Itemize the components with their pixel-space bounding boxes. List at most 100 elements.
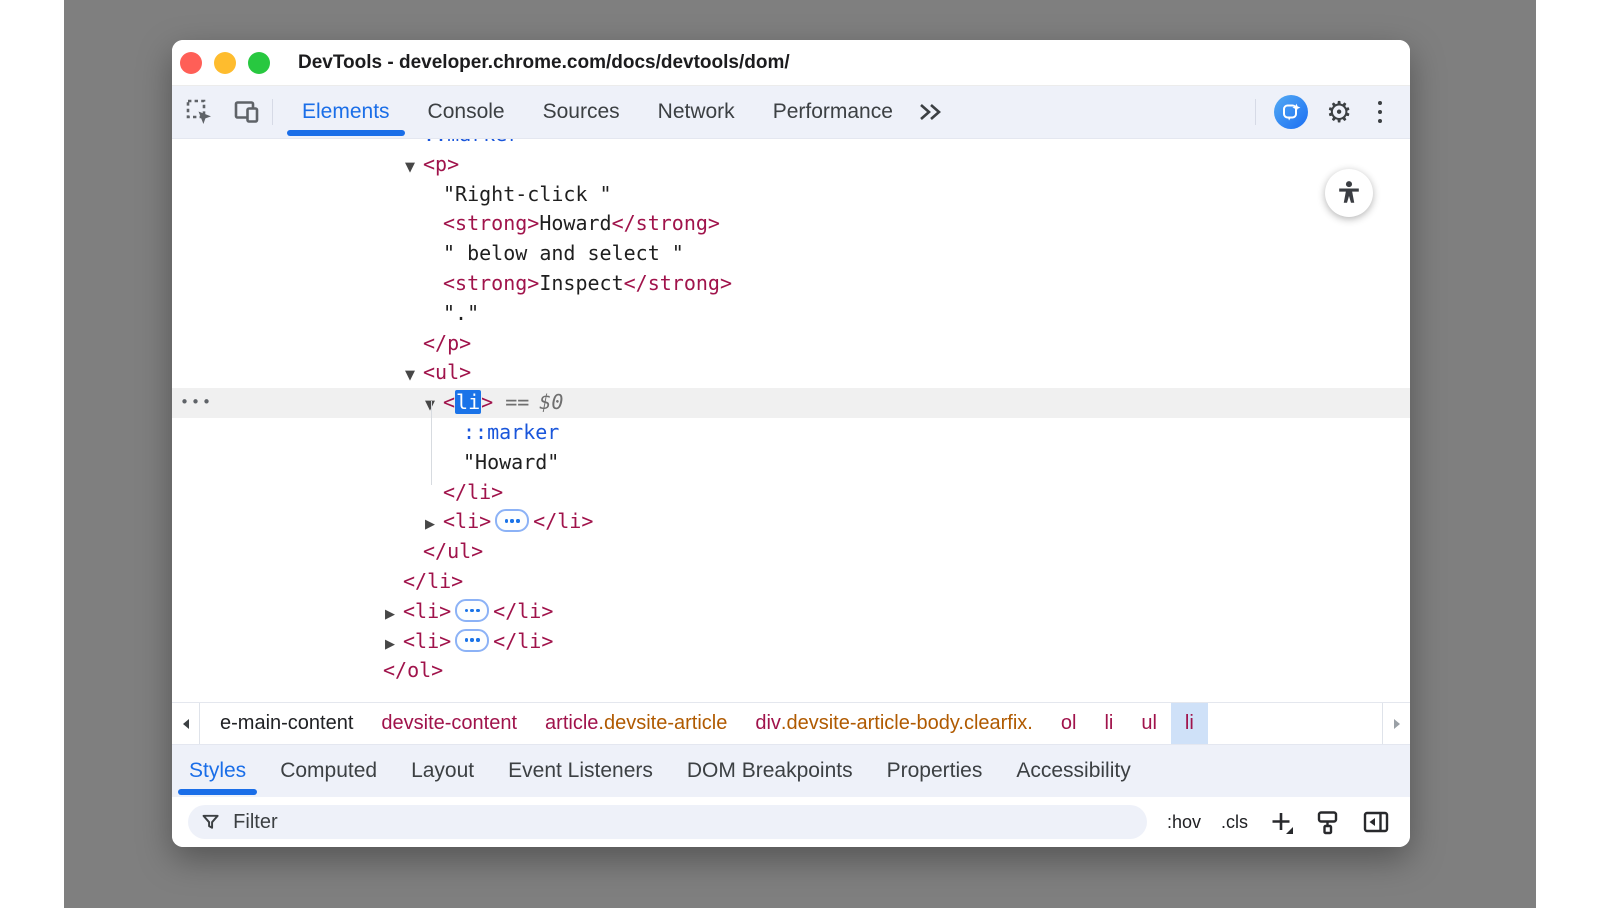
node-tag: </strong>: [612, 211, 720, 235]
gear-icon: ⚙: [1326, 98, 1352, 127]
dom-tree-row[interactable]: "Howard": [172, 448, 1410, 478]
inspect-element-button[interactable]: [184, 97, 214, 127]
breadcrumb-item[interactable]: li: [1090, 703, 1127, 744]
triangle-left-icon: [180, 717, 192, 731]
elements-dom-tree[interactable]: ::marker▼<p>"Right-click "<strong>Howard…: [172, 139, 1410, 702]
collapsed-content-ellipsis-button[interactable]: [455, 599, 489, 622]
ellipsis-dot: [476, 638, 479, 641]
tab-console[interactable]: Console: [409, 86, 524, 138]
tab-elements[interactable]: Elements: [283, 86, 409, 138]
toggle-element-state-button[interactable]: :hov: [1167, 812, 1201, 833]
breadcrumb-item[interactable]: e-main-content: [206, 703, 367, 744]
breadcrumb-class: .devsite-article: [598, 712, 727, 735]
node-tag: <li>: [403, 599, 451, 623]
expand-arrow-icon[interactable]: ▶: [385, 630, 403, 660]
device-toolbar-button[interactable]: [232, 97, 262, 127]
tab-layout[interactable]: Layout: [394, 745, 491, 797]
dom-tree-row[interactable]: </li>: [172, 567, 1410, 597]
tab-styles[interactable]: Styles: [172, 745, 263, 797]
breadcrumb-item[interactable]: li: [1171, 703, 1208, 744]
node-tag: <: [443, 390, 455, 414]
dom-tree-row[interactable]: "Right-click ": [172, 180, 1410, 210]
more-tabs-button[interactable]: [916, 97, 946, 127]
tab-dom-breakpoints[interactable]: DOM Breakpoints: [670, 745, 870, 797]
tree-guide-line: [431, 401, 432, 485]
page-accessibility-widget[interactable]: [1325, 169, 1373, 217]
collapse-arrow-icon[interactable]: ▼: [425, 391, 443, 421]
expand-arrow-icon[interactable]: ▶: [385, 600, 403, 630]
node-text: "Right-click ": [443, 182, 612, 206]
settings-button[interactable]: ⚙: [1324, 97, 1354, 127]
title-bar: DevTools - developer.chrome.com/docs/dev…: [172, 40, 1410, 86]
dom-tree-row[interactable]: ▶<li></li>: [172, 627, 1410, 657]
new-style-rule-button[interactable]: [1268, 809, 1295, 836]
collapsed-content-ellipsis-button[interactable]: [455, 629, 489, 652]
breadcrumb-item[interactable]: devsite-content: [367, 703, 531, 744]
element-classes-button[interactable]: .cls: [1221, 812, 1248, 833]
dom-tree-row[interactable]: <strong>Inspect</strong>: [172, 269, 1410, 299]
node-tag: >: [481, 390, 493, 414]
ellipsis-dot: [476, 609, 479, 612]
dom-tree-row[interactable]: ".": [172, 299, 1410, 329]
ellipsis-dot: [465, 609, 468, 612]
dom-tree-row[interactable]: <strong>Howard</strong>: [172, 209, 1410, 239]
styles-filter-input[interactable]: [231, 810, 1135, 835]
dom-tree-row[interactable]: ▼<p>: [172, 150, 1410, 180]
breadcrumb-tag: ol: [1061, 712, 1077, 735]
breadcrumb-scroll-left-button[interactable]: [172, 703, 200, 744]
dom-tree-row[interactable]: </ol>: [172, 656, 1410, 686]
tab-properties[interactable]: Properties: [870, 745, 1000, 797]
breadcrumb-scroll-right-button[interactable]: [1382, 703, 1410, 744]
console-reference: ==$0: [505, 390, 563, 414]
styles-pane-toolbar: :hov .cls: [172, 797, 1410, 847]
node-tag: </strong>: [624, 271, 732, 295]
dom-tree-row[interactable]: ::marker: [172, 139, 1410, 150]
node-options-dots[interactable]: •••: [180, 388, 213, 418]
tab-performance[interactable]: Performance: [754, 86, 912, 138]
dom-tree-row[interactable]: •••▼<li>==$0: [172, 388, 1410, 418]
breadcrumb-item[interactable]: ul: [1127, 703, 1171, 744]
styles-filter[interactable]: [188, 805, 1147, 839]
dom-tree-row[interactable]: </li>: [172, 478, 1410, 508]
node-text: "Howard": [463, 450, 559, 474]
tab-accessibility[interactable]: Accessibility: [999, 745, 1147, 797]
close-window-button[interactable]: [180, 52, 202, 74]
collapsed-content-ellipsis-button[interactable]: [495, 509, 529, 532]
breadcrumb-item[interactable]: ol: [1047, 703, 1091, 744]
filter-funnel-icon: [200, 811, 221, 833]
dom-tree-row[interactable]: </p>: [172, 329, 1410, 359]
dom-tree-row[interactable]: ::marker: [172, 418, 1410, 448]
minimize-window-button[interactable]: [214, 52, 236, 74]
zoom-window-button[interactable]: [248, 52, 270, 74]
expand-arrow-icon[interactable]: ▶: [425, 510, 443, 540]
dom-tree-row[interactable]: " below and select ": [172, 239, 1410, 269]
customize-devtools-button[interactable]: [1370, 97, 1390, 127]
collapse-arrow-icon[interactable]: ▼: [405, 361, 423, 391]
breadcrumb-item[interactable]: article.devsite-article: [531, 703, 741, 744]
breadcrumb-item[interactable]: div.devsite-article-body.clearfix.: [741, 703, 1047, 744]
tab-network[interactable]: Network: [639, 86, 754, 138]
devtools-toolbar: ElementsConsoleSourcesNetworkPerformance…: [172, 86, 1410, 139]
dom-tree-row[interactable]: ▶<li></li>: [172, 597, 1410, 627]
tab-sources[interactable]: Sources: [524, 86, 639, 138]
node-tag: <li>: [443, 509, 491, 533]
rendering-emulation-button[interactable]: [1315, 809, 1342, 836]
collapse-arrow-icon[interactable]: ▼: [405, 153, 423, 183]
window-title: DevTools - developer.chrome.com/docs/dev…: [298, 52, 790, 74]
ellipsis-dot: [470, 609, 473, 612]
dom-tree-row[interactable]: </ul>: [172, 537, 1410, 567]
tab-event-listeners[interactable]: Event Listeners: [491, 745, 670, 797]
double-chevron-right-icon: [918, 100, 943, 124]
tab-computed[interactable]: Computed: [263, 745, 394, 797]
node-tag: </ol>: [383, 658, 443, 682]
dom-tree-row[interactable]: ▼<ul>: [172, 358, 1410, 388]
ai-assistance-button[interactable]: [1274, 95, 1308, 129]
plus-dropdown-icon: [1268, 809, 1295, 836]
dom-tree-row[interactable]: ▶<li></li>: [172, 507, 1410, 537]
node-tag: </li>: [443, 480, 503, 504]
node-tag: <p>: [423, 152, 459, 176]
node-text: " below and select ": [443, 241, 684, 265]
toolbar-divider: [272, 99, 273, 125]
toggle-sidebar-button[interactable]: [1362, 809, 1390, 835]
kebab-menu-icon: [1378, 101, 1383, 106]
